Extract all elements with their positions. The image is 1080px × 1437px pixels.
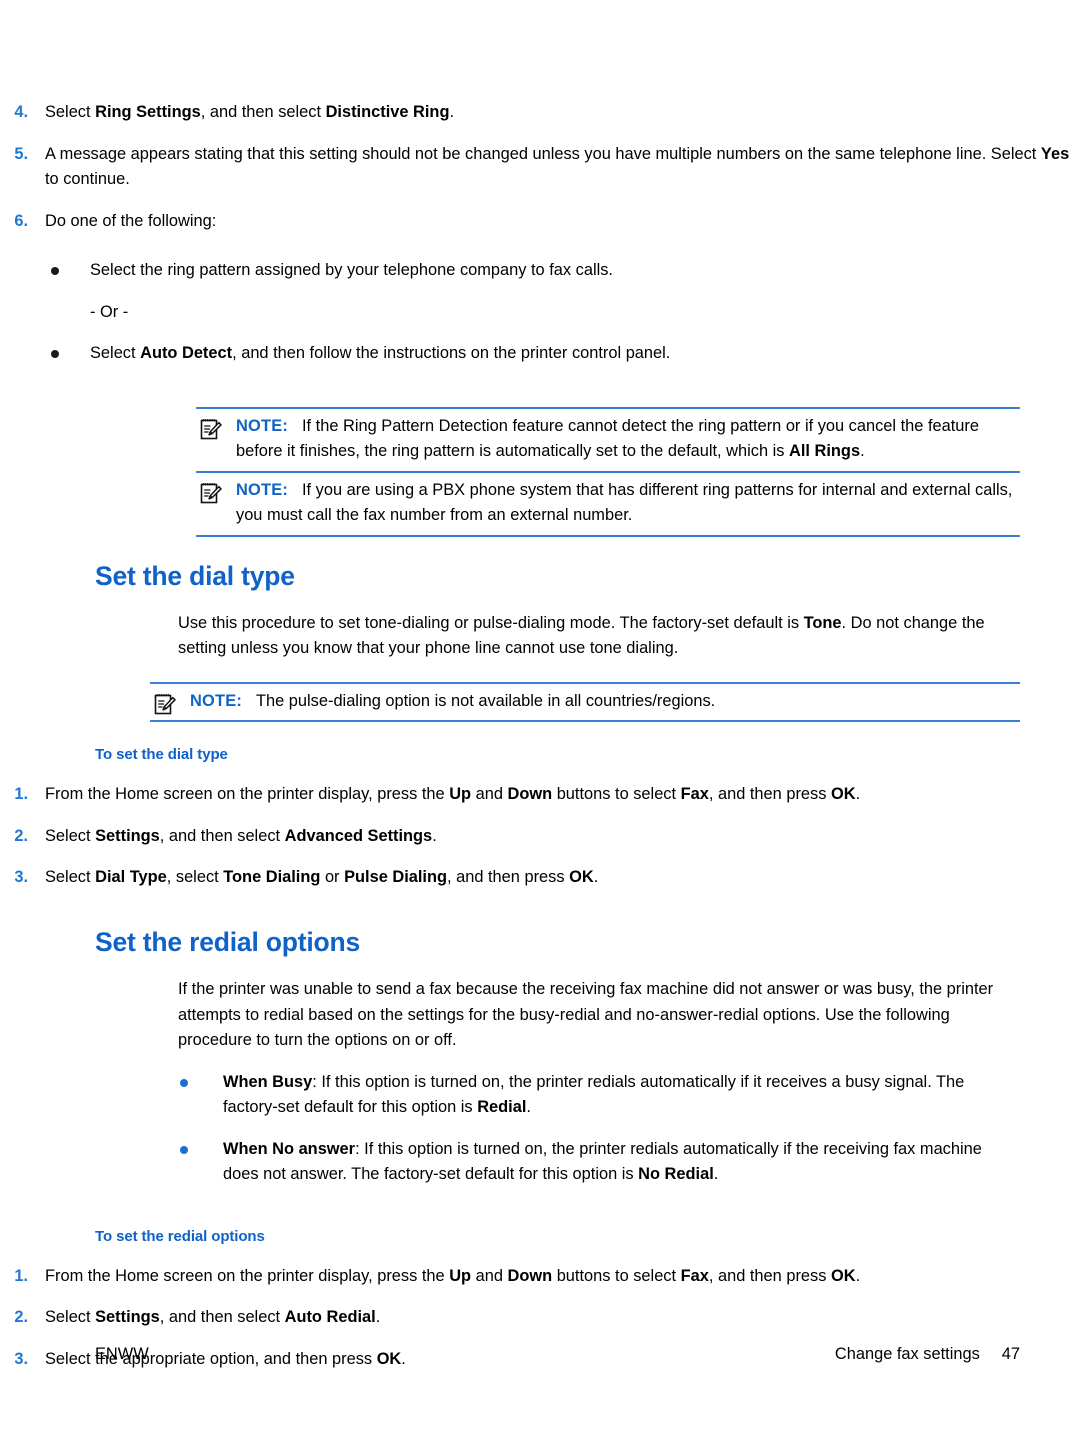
document-page: 4. Select Ring Settings, and then select … <box>0 0 1080 1437</box>
list-item: 2. Select Settings, and then select Auto … <box>0 1305 1080 1331</box>
list-item-text: Select Auto Detect, and then follow the … <box>90 344 671 362</box>
list-item-text: - Or - <box>90 302 129 321</box>
list-item: Select the ring pattern assigned by your… <box>45 258 1080 284</box>
note-pad-pencil-icon <box>198 480 224 506</box>
list-item: 1. From the Home screen on the printer di… <box>0 1264 1080 1290</box>
list-item: 3. Select Dial Type, select Tone Dialing … <box>0 865 1080 891</box>
list-item-number: 2. <box>14 826 28 845</box>
bullet-marker-icon <box>51 350 59 358</box>
note-pbx-phone-system: NOTE: If you are using a PBX phone system… <box>196 470 1020 537</box>
note-label: NOTE: <box>236 416 288 435</box>
subheading-to-set-the-dial-type: To set the dial type <box>95 746 228 764</box>
note-label: NOTE: <box>190 691 242 710</box>
footer-page-number: 47 <box>1001 1345 1020 1363</box>
list-item-text: A message appears stating that this sett… <box>45 144 1070 189</box>
list-item-number: 1. <box>14 1266 28 1285</box>
redial-option-list: When Busy: If this option is turned on, … <box>178 1070 1020 1188</box>
section-set-the-redial-options: Set the redial options <box>95 927 1020 957</box>
list-item-number: 4. <box>14 103 28 121</box>
note-label: NOTE: <box>236 480 288 499</box>
redial-intro-paragraph: If the printer was unable to send a fax … <box>178 980 994 1050</box>
list-item: 5. A message appears stating that this se… <box>0 142 1080 193</box>
list-item-number: 2. <box>14 1308 28 1327</box>
list-item-text: Select Dial Type, select Tone Dialing or… <box>45 868 599 887</box>
note-group: NOTE: If the Ring Pattern Detection featu… <box>196 406 1020 537</box>
list-item: When No answer: If this option is turned… <box>178 1137 1020 1188</box>
list-item-text: From the Home screen on the printer disp… <box>45 785 861 804</box>
page-footer: ENWW Change fax settings 47 <box>95 1345 1020 1364</box>
list-item-text: Do one of the following: <box>45 211 217 230</box>
footer-language-code: ENWW <box>95 1345 149 1363</box>
list-item: 4. Select Ring Settings, and then select … <box>0 100 1080 126</box>
note-text: If you are using a PBX phone system that… <box>236 480 1013 525</box>
list-item-number: 6. <box>14 211 28 230</box>
list-item-number: 3. <box>14 868 28 887</box>
note-pad-pencil-icon <box>198 416 224 442</box>
dial-type-step-list: 1. From the Home screen on the printer di… <box>0 782 1080 891</box>
list-item-number: 3. <box>14 1349 28 1368</box>
bullet-marker-icon <box>180 1078 188 1087</box>
list-item: - Or - <box>45 300 1080 326</box>
list-item: Select Auto Detect, and then follow the … <box>45 341 1080 367</box>
step-6-option-list: Select the ring pattern assigned by your… <box>45 258 1080 367</box>
page-content: 4. Select Ring Settings, and then select … <box>0 0 1080 1388</box>
note-text: The pulse-dialing option is not availabl… <box>256 691 716 710</box>
list-item-number: 1. <box>14 785 28 804</box>
list-item: 1. From the Home screen on the printer di… <box>0 782 1080 808</box>
note-text: If the Ring Pattern Detection feature ca… <box>236 416 979 461</box>
list-item-number: 5. <box>14 144 28 163</box>
list-item: When Busy: If this option is turned on, … <box>178 1070 1020 1121</box>
continued-step-list: 4. Select Ring Settings, and then select … <box>0 100 1080 234</box>
list-item-text: Select Settings, and then select Auto Re… <box>45 1308 381 1327</box>
subheading-to-set-the-redial-options: To set the redial options <box>95 1227 265 1245</box>
footer-right: Change fax settings 47 <box>835 1345 1020 1364</box>
list-item-text: When Busy: If this option is turned on, … <box>223 1072 965 1117</box>
note-group-dial-type: NOTE: The pulse-dialing option is not ava… <box>150 681 1020 723</box>
note-ring-pattern-detection: NOTE: If the Ring Pattern Detection featu… <box>196 406 1020 471</box>
bullet-marker-icon <box>180 1145 188 1154</box>
list-item-text: Select Settings, and then select Advance… <box>45 826 437 845</box>
note-pad-pencil-icon <box>152 691 178 717</box>
list-item-text: When No answer: If this option is turned… <box>223 1139 982 1184</box>
bullet-marker-icon <box>51 267 59 275</box>
list-item-text: Select Ring Settings, and then select Di… <box>45 103 455 121</box>
note-pulse-dialing-availability: NOTE: The pulse-dialing option is not ava… <box>150 681 1020 723</box>
page-title-dial-type: Set the dial type <box>95 560 295 591</box>
dial-type-intro-paragraph: Use this procedure to set tone-dialing o… <box>178 613 985 658</box>
list-item-text: Select the ring pattern assigned by your… <box>90 261 613 279</box>
list-item-text: From the Home screen on the printer disp… <box>45 1266 861 1285</box>
section-set-the-dial-type: Set the dial type <box>95 561 1020 591</box>
page-title-redial-options: Set the redial options <box>95 926 361 957</box>
footer-chapter-label: Change fax settings <box>834 1345 980 1363</box>
list-item: 2. Select Settings, and then select Advan… <box>0 824 1080 850</box>
list-item: 6. Do one of the following: <box>0 209 1080 235</box>
